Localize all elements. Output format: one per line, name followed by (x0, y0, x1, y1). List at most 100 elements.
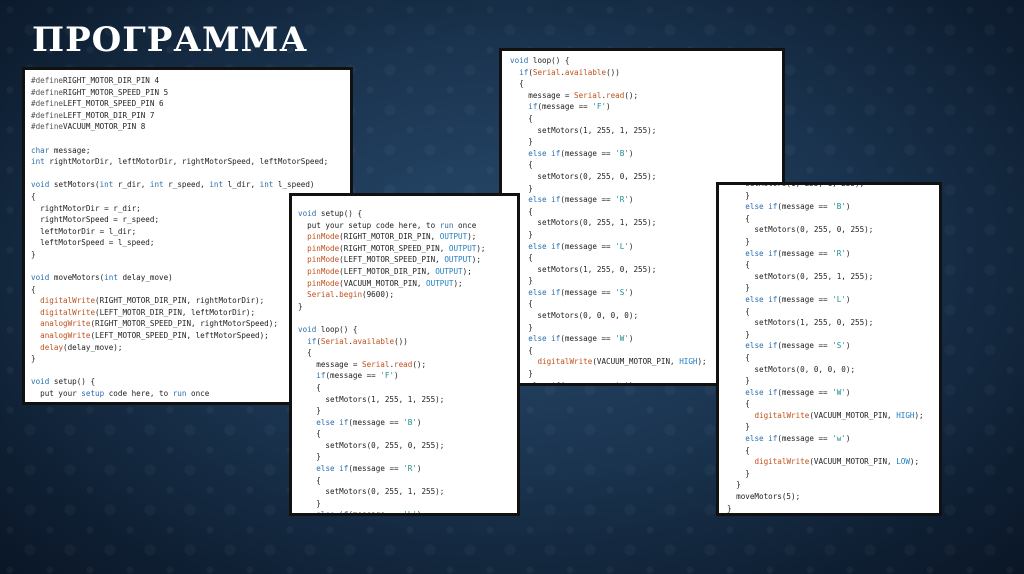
code-line: ​ (298, 312, 517, 324)
code-token: available (564, 67, 607, 77)
code-token: pinMode (307, 243, 340, 253)
code-token: l_speed) (273, 180, 315, 190)
code-token: digitalWrite (754, 457, 810, 467)
code-token: else if (316, 510, 349, 516)
code-token: leftMotorDir = l_dir; (31, 226, 137, 236)
code-token: moveMotors(5); (727, 492, 801, 502)
code-token: l_dir, (223, 180, 260, 190)
code-token: setMotors(0, 255, 1, 255); (510, 218, 657, 228)
code-line: } (727, 468, 939, 480)
code-line: setMotors(0, 255, 0, 255); (298, 440, 517, 452)
code-token: setMotors(1, 255, 1, 255); (727, 182, 865, 188)
code-token: (); (412, 359, 427, 369)
code-token: read (606, 90, 625, 100)
code-line: else if(message == 'L') (727, 294, 939, 306)
code-token: pinMode (307, 266, 340, 276)
code-token: setup() { (316, 209, 363, 218)
code-token: (message == (560, 195, 616, 205)
code-token: (message == (560, 334, 616, 344)
code-line: else if(message == 'B') (298, 417, 517, 429)
code-token: ) (628, 287, 634, 297)
code-line: if(Serial.available()) (298, 336, 517, 348)
code-token: (message == (560, 148, 616, 158)
code-line: } (727, 479, 939, 491)
code-token: RIGHT_MOTOR_DIR_PIN 4 (63, 76, 160, 85)
code-token: setMotors(0, 0, 0, 0); (727, 364, 856, 374)
code-token: else if (745, 248, 778, 258)
code-token: } (298, 498, 321, 508)
code-token: { (510, 79, 524, 89)
code-token: { (727, 445, 750, 455)
code-token: ) (394, 371, 399, 381)
code-token: ); (467, 232, 477, 242)
code-token: 'W' (832, 387, 846, 397)
code-token: 'L' (615, 241, 629, 251)
code-token: } (727, 283, 750, 293)
code-token: (RIGHT_MOTOR_DIR_PIN, (339, 232, 440, 242)
code-token: } (298, 301, 303, 311)
code-token: } (727, 468, 750, 478)
code-token: } (31, 354, 36, 364)
code-token: void (31, 180, 50, 190)
code-token: setup() { (49, 377, 96, 387)
code-token: 'w' (832, 434, 846, 444)
code-token: (message == (348, 417, 404, 427)
code-line: message = Serial.read(); (298, 359, 517, 371)
code-line: message = Serial.read(); (510, 90, 782, 102)
code-token: setMotors(0, 0, 0, 0); (510, 311, 639, 321)
code-token: { (31, 191, 36, 201)
code-token: } (31, 249, 36, 259)
code-token: ) (628, 334, 634, 344)
code-token: (VACUUM_MOTOR_PIN, (809, 410, 897, 420)
code-token: int (31, 157, 45, 167)
code-token: ); (914, 410, 924, 420)
code-token: ) (416, 417, 422, 427)
code-token: } (510, 183, 533, 193)
code-token: 'w' (615, 380, 629, 386)
code-token: { (727, 352, 750, 362)
code-token: Serial (574, 90, 602, 100)
code-token: OUTPUT (426, 278, 454, 288)
code-line: } (727, 190, 939, 202)
code-token: void (31, 273, 50, 283)
code-line: { (298, 347, 517, 359)
code-line: { (727, 306, 939, 318)
code-token: Serial (307, 290, 335, 300)
code-token: { (298, 348, 312, 358)
code-token: else if (745, 387, 778, 397)
code-token: (message == (777, 434, 833, 444)
code-token: setMotors(1, 255, 0, 255); (510, 264, 657, 274)
code-token: } (298, 406, 321, 416)
code-line: setMotors(1, 255, 1, 255); (727, 182, 939, 190)
code-line: else if(message == 'B') (727, 201, 939, 213)
code-line: #defineVACUUM_MOTOR_PIN 8 (31, 121, 350, 133)
code-token: 'F' (592, 102, 607, 112)
code-block-loop-end: setMotors(1, 255, 1, 255); } else if(mes… (719, 182, 939, 513)
code-token: { (727, 260, 750, 270)
code-line: } (727, 236, 939, 248)
code-token: #define (31, 87, 64, 97)
code-line: pinMode(VACUUM_MOTOR_PIN, OUTPUT); (298, 278, 517, 290)
code-token: message = (298, 359, 363, 369)
code-line: ​ (31, 133, 350, 145)
code-token: 'R' (615, 195, 629, 205)
code-token: setMotors(0, 255, 0, 255); (298, 440, 445, 450)
code-token: { (510, 113, 533, 123)
code-token: once (453, 220, 477, 230)
code-line: { (727, 352, 939, 364)
code-token: (9600); (362, 290, 395, 300)
code-token: setup (81, 389, 105, 399)
code-token: OUTPUT (444, 255, 472, 265)
code-token: (LEFT_MOTOR_DIR_PIN, (339, 266, 436, 276)
code-token: else if (528, 148, 561, 158)
code-token: } (727, 480, 741, 490)
code-line: { (727, 398, 939, 410)
code-line: void loop() { (298, 324, 517, 336)
